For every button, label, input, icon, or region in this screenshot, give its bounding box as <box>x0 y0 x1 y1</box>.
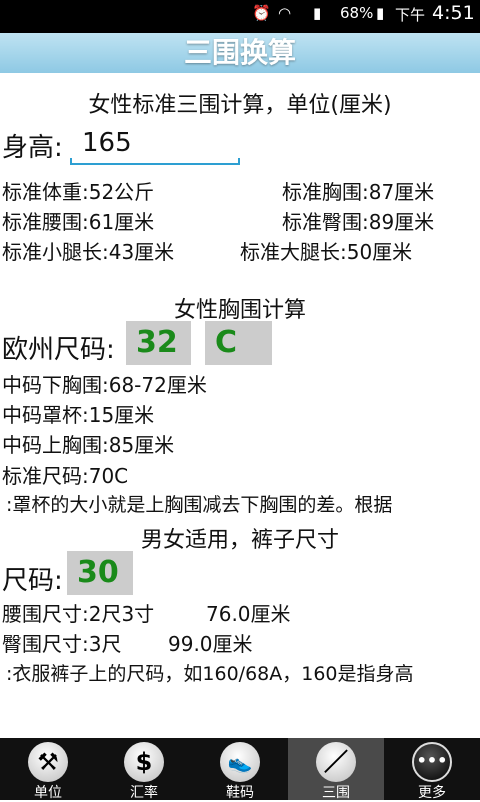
pants-size-label: 尺码: <box>2 566 63 596</box>
tab-label: 汇率 <box>130 785 158 801</box>
standard-waist: 标准腰围:61厘米 <box>2 210 155 234</box>
standard-size-line: 标准尺码:70C <box>2 464 129 488</box>
tab-measurements[interactable]: ／ 三围 <box>288 738 384 801</box>
tab-shoe-size[interactable]: 👟 鞋码 <box>192 738 288 801</box>
height-label: 身高: <box>2 133 63 163</box>
bra-size-label: 欧州尺码: <box>2 335 115 365</box>
tab-unit[interactable]: ⚒ 单位 <box>0 738 96 801</box>
cup-line: 中码罩杯:15厘米 <box>2 403 155 427</box>
title-bar: 三围换算 <box>0 33 480 73</box>
section2-heading: 女性胸围计算 <box>173 298 306 323</box>
standard-bust: 标准胸围:87厘米 <box>282 180 435 204</box>
hip-size: 臀围尺寸:3尺 <box>2 632 122 656</box>
height-input[interactable] <box>70 122 240 164</box>
section1-heading: 女性标准三围计算，单位(厘米) <box>88 93 392 118</box>
page-title: 三围换算 <box>183 36 296 69</box>
ruler-icon: ／ <box>316 742 356 782</box>
tab-label: 单位 <box>34 785 62 801</box>
more-icon: ••• <box>412 742 452 782</box>
tab-label: 鞋码 <box>226 785 254 801</box>
shoe-icon: 👟 <box>220 742 260 782</box>
section3-heading: 男女适用，裤子尺寸 <box>140 528 339 553</box>
battery-percent: 68% <box>340 4 374 22</box>
underbust-line: 中码下胸围:68-72厘米 <box>2 373 207 397</box>
dollar-icon: $ <box>124 742 164 782</box>
wifi-icon: ◠ <box>278 4 292 22</box>
clock: 4:51 <box>432 2 475 24</box>
standard-weight: 标准体重:52公斤 <box>2 180 155 204</box>
standard-thigh: 标准大腿长:50厘米 <box>240 240 413 264</box>
pants-hint-marquee: :衣服裤子上的尺码，如160/68A，160是指身高 <box>6 663 414 685</box>
overbust-line: 中码上胸围:85厘米 <box>2 433 175 457</box>
standard-hip: 标准臀围:89厘米 <box>282 210 435 234</box>
cup-size-selector[interactable]: C <box>205 321 272 365</box>
standard-calf: 标准小腿长:43厘米 <box>2 240 175 264</box>
tab-label: 三围 <box>322 785 350 801</box>
pants-size-selector[interactable]: 30 <box>67 551 133 595</box>
bra-hint-marquee: :罩杯的大小就是上胸围减去下胸围的差。根据 <box>6 494 393 516</box>
height-input-underline <box>70 158 240 165</box>
waist-cm: 76.0厘米 <box>206 602 291 626</box>
alarm-icon: ⏰ <box>252 4 271 22</box>
tab-label: 更多 <box>418 785 446 801</box>
status-bar: ⏰ ◠ ▮ 68% ▮ 下午 4:51 <box>0 0 480 33</box>
time-period: 下午 <box>395 6 426 24</box>
wrench-icon: ⚒ <box>28 742 68 782</box>
band-size-selector[interactable]: 32 <box>126 321 191 365</box>
tab-more[interactable]: ••• 更多 <box>384 738 480 801</box>
battery-icon: ▮ <box>376 4 385 22</box>
waist-size: 腰围尺寸:2尺3寸 <box>2 602 155 626</box>
hip-cm: 99.0厘米 <box>168 632 253 656</box>
signal-icon: ▮ <box>313 4 322 22</box>
bottom-tab-bar: ⚒ 单位 $ 汇率 👟 鞋码 ／ 三围 ••• 更多 <box>0 738 480 801</box>
tab-exchange-rate[interactable]: $ 汇率 <box>96 738 192 801</box>
